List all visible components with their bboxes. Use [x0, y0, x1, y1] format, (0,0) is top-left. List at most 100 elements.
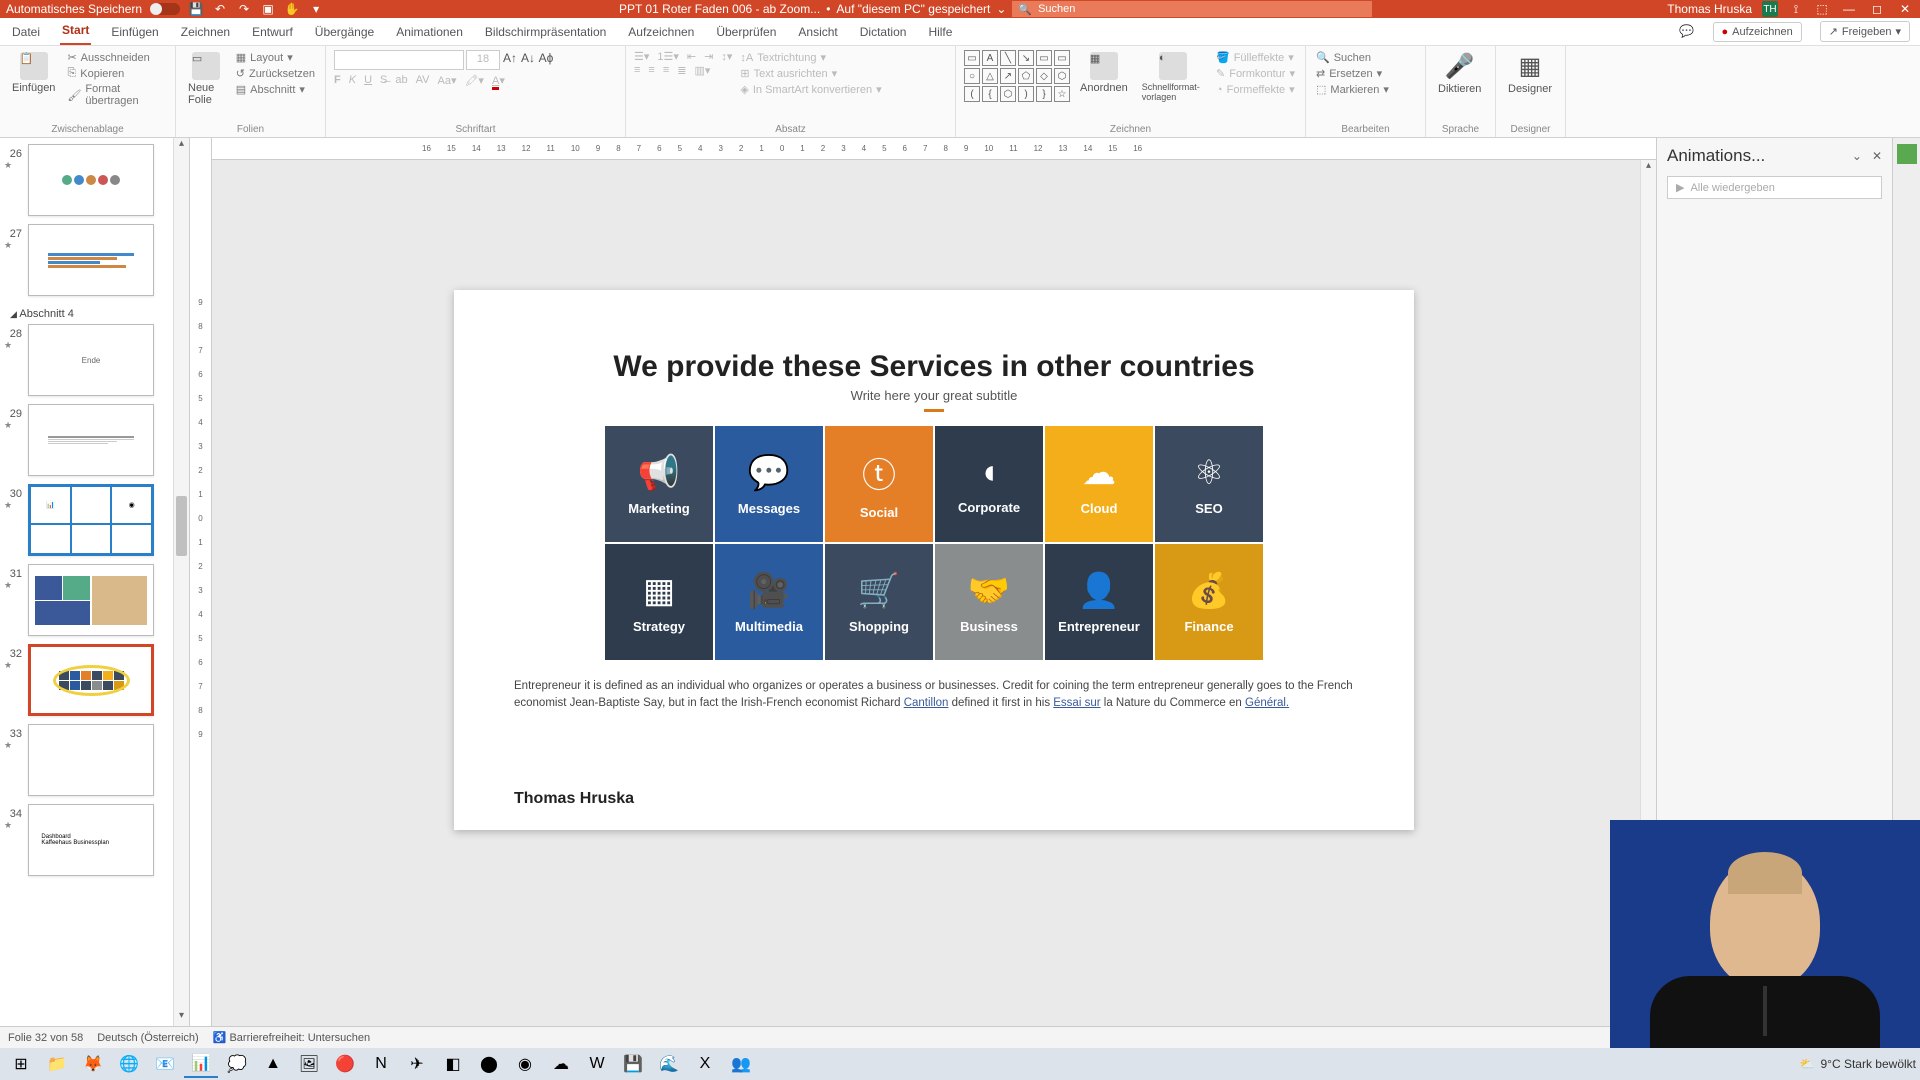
section-header[interactable]: Abschnitt 4 — [4, 304, 185, 324]
touch-icon[interactable]: ✋ — [284, 1, 300, 17]
tab-ansicht[interactable]: Ansicht — [796, 19, 839, 45]
clear-format-icon[interactable]: Aϕ — [538, 50, 554, 66]
explorer-icon[interactable]: 📁 — [40, 1050, 74, 1078]
thumbnails-scrollbar[interactable]: ▴ ▾ — [173, 138, 189, 1026]
onenote-icon[interactable]: N — [364, 1050, 398, 1078]
align-text-button[interactable]: ⊞Text ausrichten▾ — [738, 66, 883, 81]
chrome-icon[interactable]: 🌐 — [112, 1050, 146, 1078]
search-box[interactable]: 🔍 Suchen — [1012, 1, 1372, 17]
app-icon-1[interactable]: 💭 — [220, 1050, 254, 1078]
decrease-font-icon[interactable]: A↓ — [520, 50, 536, 66]
scroll-down-icon[interactable]: ▾ — [174, 1010, 189, 1026]
tab-animationen[interactable]: Animationen — [394, 19, 465, 45]
replace-button[interactable]: ⇄Ersetzen▾ — [1314, 66, 1391, 81]
bullets-icon[interactable]: ☰▾ — [634, 50, 649, 63]
arrange-button[interactable]: ▦Anordnen — [1076, 50, 1132, 96]
tab-zeichnen[interactable]: Zeichnen — [179, 19, 232, 45]
outline-button[interactable]: ✎Formkontur▾ — [1214, 66, 1297, 81]
maximize-button[interactable]: ◻ — [1868, 2, 1886, 16]
format-painter-button[interactable]: 🖌Format übertragen — [65, 82, 167, 108]
close-button[interactable]: ✕ — [1896, 2, 1914, 16]
tab-entwurf[interactable]: Entwurf — [250, 19, 295, 45]
find-button[interactable]: 🔍Suchen — [1314, 50, 1391, 65]
powerpoint-icon[interactable]: 📊 — [184, 1050, 218, 1078]
start-button[interactable]: ⊞ — [4, 1050, 38, 1078]
text-direction-button[interactable]: ↕ATextrichtung▾ — [738, 50, 883, 65]
app-icon-2[interactable]: 🖼 — [292, 1050, 326, 1078]
reset-button[interactable]: ↺Zurücksetzen — [234, 66, 317, 81]
strike-button[interactable]: S̶ — [380, 74, 387, 87]
app-icon-3[interactable]: 🔴 — [328, 1050, 362, 1078]
decrease-indent-icon[interactable]: ⇤ — [687, 50, 696, 63]
autosave-toggle[interactable] — [150, 3, 180, 15]
shadow-button[interactable]: ab — [395, 74, 407, 87]
redo-icon[interactable]: ↷ — [236, 1, 252, 17]
paste-button[interactable]: 📋Einfügen — [8, 50, 59, 96]
tile-shopping[interactable]: 🛒Shopping — [825, 544, 933, 660]
quick-styles-button[interactable]: ◐Schnellformat-vorlagen — [1138, 50, 1208, 104]
slide-thumb-33[interactable]: 33★ — [4, 724, 185, 796]
services-grid[interactable]: 📢Marketing 💬Messages ⓣSocial ◖Corporate … — [514, 426, 1354, 660]
slide-canvas[interactable]: We provide these Services in other count… — [212, 160, 1656, 1026]
slide-thumb-31[interactable]: 31★ — [4, 564, 185, 636]
font-name-select[interactable] — [334, 50, 464, 70]
tab-aufzeichnen[interactable]: Aufzeichnen — [626, 19, 696, 45]
tab-hilfe[interactable]: Hilfe — [926, 19, 954, 45]
tile-social[interactable]: ⓣSocial — [825, 426, 933, 542]
effects-button[interactable]: ◔Formeffekte▾ — [1214, 82, 1297, 97]
slide-author[interactable]: Thomas Hruska — [514, 790, 634, 808]
tile-strategy[interactable]: ▦Strategy — [605, 544, 713, 660]
slide-subtitle[interactable]: Write here your great subtitle — [514, 388, 1354, 403]
font-color-button[interactable]: A▾ — [492, 74, 505, 87]
shapes-gallery[interactable]: ▭A╲↘▭▭ ○△↗⬠◇⬡ ({⬡)}☆ — [964, 50, 1070, 102]
slide-thumb-29[interactable]: 29★ — [4, 404, 185, 476]
slide-thumb-32[interactable]: 32★ — [4, 644, 185, 716]
tile-cloud[interactable]: ☁Cloud — [1045, 426, 1153, 542]
coming-soon-icon[interactable]: ⟟ — [1788, 1, 1804, 17]
font-size-select[interactable]: 18 — [466, 50, 500, 70]
accessibility-check[interactable]: ♿ Barrierefreiheit: Untersuchen — [213, 1031, 370, 1044]
tile-business[interactable]: 🤝Business — [935, 544, 1043, 660]
increase-font-icon[interactable]: A↑ — [502, 50, 518, 66]
highlight-button[interactable]: 🖍▾ — [464, 74, 484, 87]
excel-icon[interactable]: X — [688, 1050, 722, 1078]
tile-messages[interactable]: 💬Messages — [715, 426, 823, 542]
tile-entrepreneur[interactable]: 👤Entrepreneur — [1045, 544, 1153, 660]
tab-dictation[interactable]: Dictation — [858, 19, 909, 45]
align-center-icon[interactable]: ≡ — [648, 64, 654, 77]
new-slide-button[interactable]: ▭Neue Folie — [184, 50, 228, 108]
teams-icon[interactable]: 👥 — [724, 1050, 758, 1078]
tab-start[interactable]: Start — [60, 17, 91, 45]
language-indicator[interactable]: Deutsch (Österreich) — [97, 1032, 198, 1044]
slide-thumb-26[interactable]: 26★ — [4, 144, 185, 216]
play-all-button[interactable]: ▶Alle wiedergeben — [1667, 176, 1882, 199]
slide-title[interactable]: We provide these Services in other count… — [514, 350, 1354, 384]
minimize-button[interactable]: — — [1840, 2, 1858, 16]
outlook-icon[interactable]: 📧 — [148, 1050, 182, 1078]
numbering-icon[interactable]: 1☰▾ — [657, 50, 679, 63]
qat-more-icon[interactable]: ▾ — [308, 1, 324, 17]
cameo-icon[interactable] — [1897, 144, 1917, 164]
app-icon-6[interactable]: ☁ — [544, 1050, 578, 1078]
title-dropdown-icon[interactable]: ⌄ — [996, 2, 1006, 16]
slide-paragraph[interactable]: Entrepreneur it is defined as an individ… — [514, 678, 1354, 713]
slide[interactable]: We provide these Services in other count… — [454, 290, 1414, 830]
layout-button[interactable]: ▦Layout▾ — [234, 50, 317, 65]
vlc-icon[interactable]: ▲ — [256, 1050, 290, 1078]
edge-icon[interactable]: 🌊 — [652, 1050, 686, 1078]
app-icon-5[interactable]: ◉ — [508, 1050, 542, 1078]
slide-thumb-27[interactable]: 27★ — [4, 224, 185, 296]
tile-multimedia[interactable]: 🎥Multimedia — [715, 544, 823, 660]
pane-close-icon[interactable]: ✕ — [1872, 149, 1882, 163]
slide-thumb-34[interactable]: 34★ DashboardKaffeehaus Businessplan — [4, 804, 185, 876]
share-button[interactable]: ↗Freigeben▾ — [1820, 21, 1910, 42]
app-icon-4[interactable]: ◧ — [436, 1050, 470, 1078]
case-button[interactable]: Aa▾ — [437, 74, 456, 87]
save-icon[interactable]: 💾 — [188, 1, 204, 17]
slide-counter[interactable]: Folie 32 von 58 — [8, 1032, 83, 1044]
word-icon[interactable]: W — [580, 1050, 614, 1078]
smartart-button[interactable]: ◈In SmartArt konvertieren▾ — [738, 82, 883, 97]
align-left-icon[interactable]: ≡ — [634, 64, 640, 77]
tab-einfuegen[interactable]: Einfügen — [109, 19, 160, 45]
pane-chevron-icon[interactable]: ⌄ — [1852, 149, 1862, 163]
